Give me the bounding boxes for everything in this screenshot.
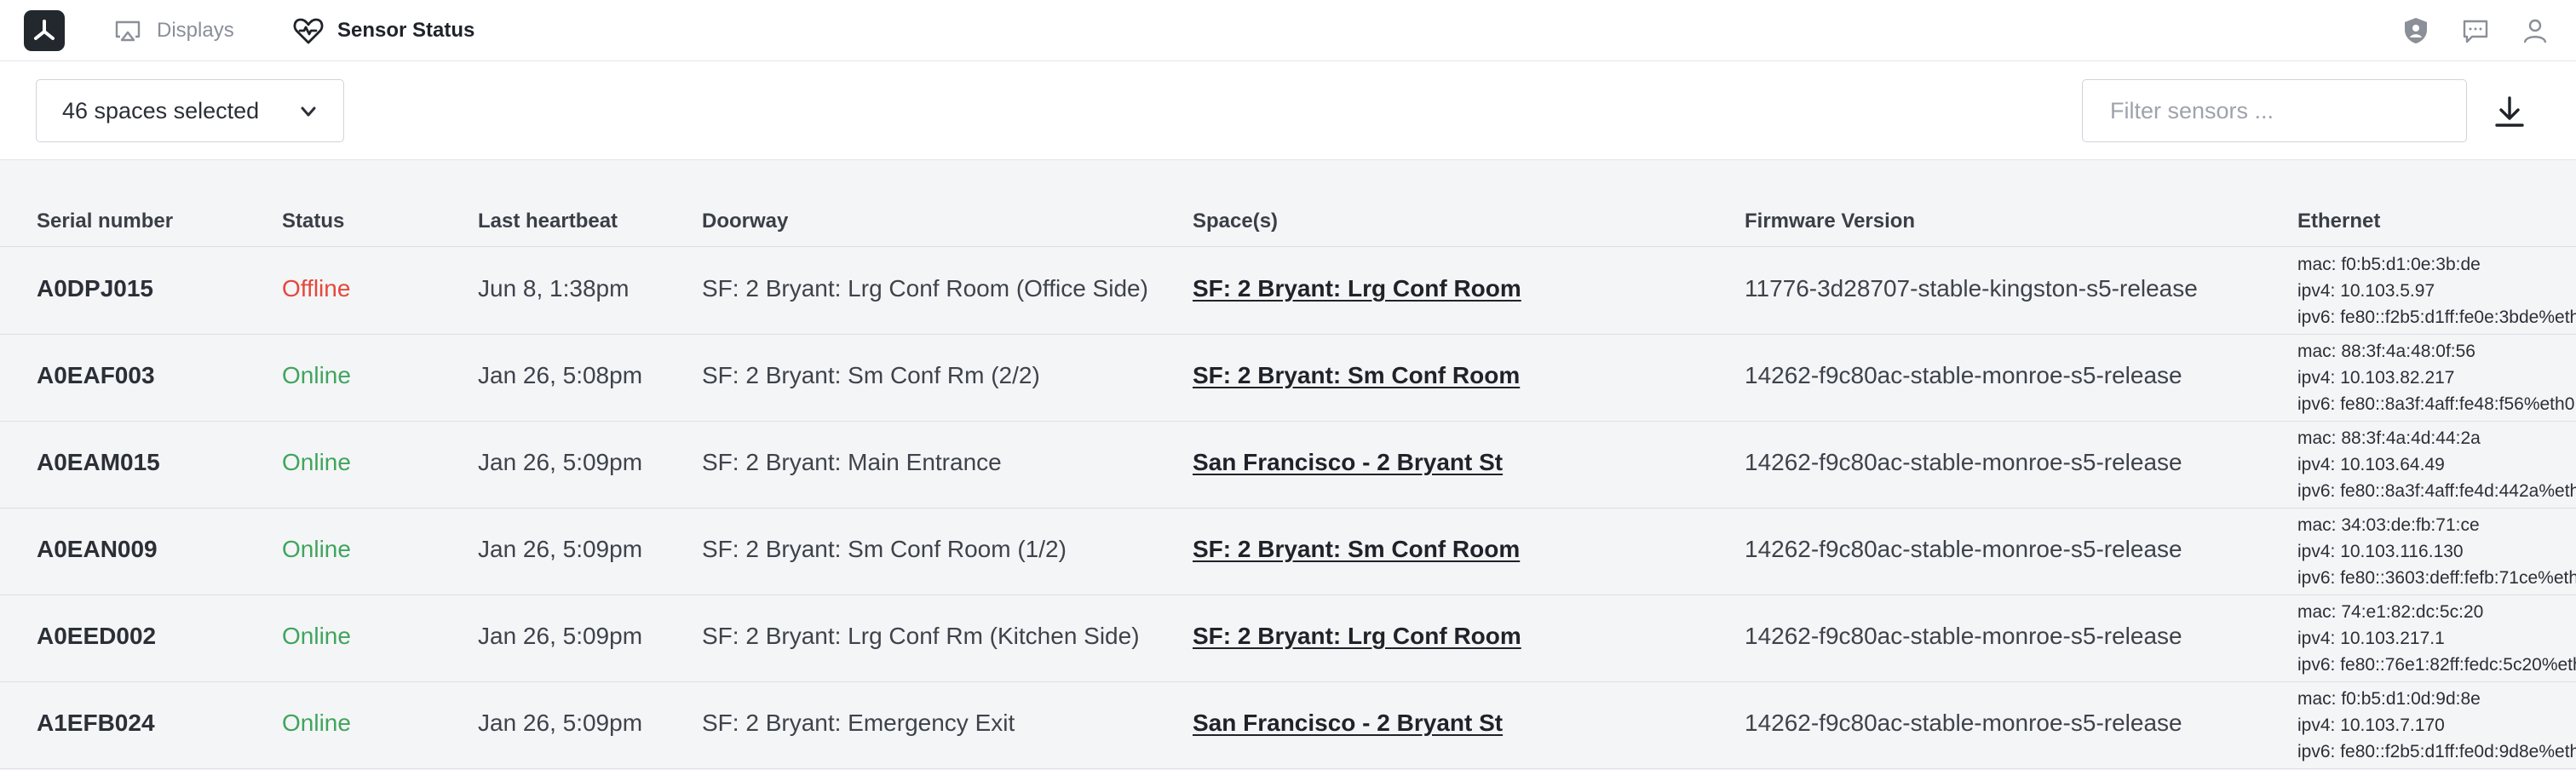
- toolbar: 46 spaces selected: [0, 61, 2576, 160]
- table-row[interactable]: A0EAN009 Online Jan 26, 5:09pm SF: 2 Bry…: [0, 509, 2576, 595]
- app-logo[interactable]: [24, 10, 65, 51]
- column-header-status[interactable]: Status: [282, 210, 344, 233]
- serial-number: A0EAF003: [37, 362, 155, 388]
- status-badge: Online: [282, 536, 351, 562]
- space-link[interactable]: SF: 2 Bryant: Sm Conf Room: [1193, 536, 1520, 563]
- column-header-serial[interactable]: Serial number: [37, 210, 173, 233]
- last-heartbeat: Jun 8, 1:38pm: [478, 275, 630, 302]
- doorway: SF: 2 Bryant: Main Entrance: [702, 449, 1002, 475]
- ethernet-ipv4: ipv4: 10.103.64.49: [2297, 455, 2445, 474]
- firmware-version: 14262-f9c80ac-stable-monroe-s5-release: [1745, 362, 2182, 388]
- ethernet-ipv6: ipv6: fe80::76e1:82ff:fedc:5c20%eth0: [2297, 655, 2576, 675]
- top-nav: Displays Sensor Status: [0, 0, 2576, 61]
- ethernet-ipv4: ipv4: 10.103.82.217: [2297, 368, 2455, 388]
- table-row[interactable]: A0EED002 Online Jan 26, 5:09pm SF: 2 Bry…: [0, 595, 2576, 682]
- tab-displays-label: Displays: [157, 19, 234, 42]
- doorway: SF: 2 Bryant: Lrg Conf Room (Office Side…: [702, 275, 1148, 302]
- serial-number: A0EED002: [37, 623, 157, 649]
- ethernet-ipv4: ipv4: 10.103.5.97: [2297, 281, 2435, 301]
- firmware-version: 14262-f9c80ac-stable-monroe-s5-release: [1745, 623, 2182, 649]
- firmware-version: 14262-f9c80ac-stable-monroe-s5-release: [1745, 449, 2182, 475]
- ethernet-info: mac: 88:3f:4a:4d:44:2a ipv4: 10.103.64.4…: [2297, 425, 2576, 504]
- user-icon[interactable]: [2518, 14, 2552, 48]
- space-link[interactable]: SF: 2 Bryant: Lrg Conf Room: [1193, 275, 1521, 302]
- last-heartbeat: Jan 26, 5:09pm: [478, 710, 643, 736]
- ethernet-info: mac: 88:3f:4a:48:0f:56 ipv4: 10.103.82.2…: [2297, 338, 2576, 417]
- ethernet-ipv6: ipv6: fe80::8a3f:4aff:fe4d:442a%eth0: [2297, 481, 2576, 501]
- column-header-heartbeat[interactable]: Last heartbeat: [478, 210, 618, 233]
- ethernet-mac: mac: 74:e1:82:dc:5c:20: [2297, 602, 2484, 622]
- ethernet-mac: mac: f0:b5:d1:0d:9d:8e: [2297, 689, 2481, 709]
- space-link[interactable]: San Francisco - 2 Bryant St: [1193, 449, 1503, 476]
- firmware-version: 14262-f9c80ac-stable-monroe-s5-release: [1745, 536, 2182, 562]
- filter-sensors-input[interactable]: [2082, 79, 2467, 142]
- table-row[interactable]: A0EAM015 Online Jan 26, 5:09pm SF: 2 Bry…: [0, 422, 2576, 509]
- space-link[interactable]: SF: 2 Bryant: Lrg Conf Room: [1193, 623, 1521, 650]
- serial-number: A1EFB024: [37, 710, 155, 736]
- last-heartbeat: Jan 26, 5:09pm: [478, 536, 643, 562]
- table-row[interactable]: A0EAF003 Online Jan 26, 5:08pm SF: 2 Bry…: [0, 335, 2576, 422]
- doorway: SF: 2 Bryant: Emergency Exit: [702, 710, 1015, 736]
- ethernet-ipv4: ipv4: 10.103.217.1: [2297, 629, 2445, 648]
- ethernet-ipv6: ipv6: fe80::3603:deff:fefb:71ce%eth0: [2297, 568, 2576, 588]
- status-badge: Online: [282, 710, 351, 736]
- last-heartbeat: Jan 26, 5:09pm: [478, 623, 643, 649]
- serial-number: A0EAM015: [37, 449, 160, 475]
- ethernet-info: mac: 34:03:de:fb:71:ce ipv4: 10.103.116.…: [2297, 512, 2576, 591]
- tab-sensor-status[interactable]: Sensor Status: [291, 0, 474, 61]
- download-button[interactable]: [2491, 93, 2528, 130]
- download-icon: [2495, 96, 2524, 127]
- ethernet-info: mac: f0:b5:d1:0e:3b:de ipv4: 10.103.5.97…: [2297, 251, 2576, 330]
- app-logo-icon: [34, 20, 55, 40]
- space-select-value: 46 spaces selected: [62, 97, 260, 124]
- column-header-ethernet[interactable]: Ethernet: [2297, 210, 2380, 233]
- ethernet-ipv4: ipv4: 10.103.116.130: [2297, 542, 2464, 561]
- status-badge: Online: [282, 362, 351, 388]
- ethernet-mac: mac: 88:3f:4a:4d:44:2a: [2297, 428, 2481, 448]
- space-link[interactable]: SF: 2 Bryant: Sm Conf Room: [1193, 362, 1520, 389]
- column-header-firmware[interactable]: Firmware Version: [1745, 210, 1915, 233]
- column-header-doorway[interactable]: Doorway: [702, 210, 788, 233]
- space-select[interactable]: 46 spaces selected: [36, 79, 344, 142]
- firmware-version: 14262-f9c80ac-stable-monroe-s5-release: [1745, 710, 2182, 736]
- doorway: SF: 2 Bryant: Lrg Conf Rm (Kitchen Side): [702, 623, 1140, 649]
- status-badge: Online: [282, 623, 351, 649]
- chevron-down-icon: [301, 106, 316, 117]
- chat-icon[interactable]: [2458, 14, 2493, 48]
- table-row[interactable]: A1EFB024 Online Jan 26, 5:09pm SF: 2 Bry…: [0, 682, 2576, 769]
- ethernet-info: mac: 74:e1:82:dc:5c:20 ipv4: 10.103.217.…: [2297, 599, 2576, 678]
- tab-sensor-status-label: Sensor Status: [337, 19, 475, 42]
- airplay-icon: [111, 14, 145, 48]
- tab-displays[interactable]: Displays: [111, 0, 234, 61]
- last-heartbeat: Jan 26, 5:09pm: [478, 449, 643, 475]
- doorway: SF: 2 Bryant: Sm Conf Rm (2/2): [702, 362, 1040, 388]
- firmware-version: 11776-3d28707-stable-kingston-s5-release: [1745, 275, 2198, 302]
- ethernet-info: mac: f0:b5:d1:0d:9d:8e ipv4: 10.103.7.17…: [2297, 686, 2576, 765]
- ethernet-mac: mac: 88:3f:4a:48:0f:56: [2297, 342, 2475, 361]
- ethernet-mac: mac: 34:03:de:fb:71:ce: [2297, 515, 2480, 535]
- doorway: SF: 2 Bryant: Sm Conf Room (1/2): [702, 536, 1067, 562]
- space-link[interactable]: San Francisco - 2 Bryant St: [1193, 710, 1503, 737]
- table-row[interactable]: A0DPJ015 Offline Jun 8, 1:38pm SF: 2 Bry…: [0, 248, 2576, 335]
- column-header-spaces[interactable]: Space(s): [1193, 210, 1278, 233]
- heart-pulse-icon: [291, 14, 325, 48]
- ethernet-mac: mac: f0:b5:d1:0e:3b:de: [2297, 255, 2481, 274]
- ethernet-ipv6: ipv6: fe80::f2b5:d1ff:fe0e:3bde%eth0: [2297, 307, 2576, 327]
- shield-user-icon[interactable]: [2399, 14, 2433, 48]
- ethernet-ipv4: ipv4: 10.103.7.170: [2297, 715, 2445, 735]
- serial-number: A0DPJ015: [37, 275, 153, 302]
- status-badge: Online: [282, 449, 351, 475]
- status-badge: Offline: [282, 275, 351, 302]
- last-heartbeat: Jan 26, 5:08pm: [478, 362, 643, 388]
- ethernet-ipv6: ipv6: fe80::8a3f:4aff:fe48:f56%eth0: [2297, 394, 2575, 414]
- ethernet-ipv6: ipv6: fe80::f2b5:d1ff:fe0d:9d8e%eth0: [2297, 742, 2576, 761]
- table-header: Serial number Status Last heartbeat Door…: [0, 198, 2576, 247]
- serial-number: A0EAN009: [37, 536, 158, 562]
